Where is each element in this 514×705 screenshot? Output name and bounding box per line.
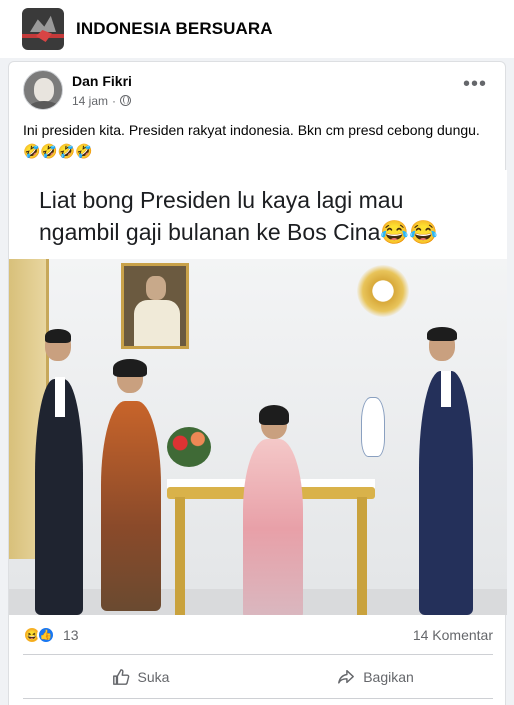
divider	[23, 698, 493, 699]
like-label: Suka	[137, 669, 170, 685]
reaction-icons[interactable]: 😆 👍	[23, 626, 55, 644]
flower-arrangement	[167, 427, 211, 467]
more-horizontal-icon: •••	[462, 73, 487, 95]
more-options-button[interactable]: •••	[462, 73, 487, 95]
post-timestamp: 14 jam ·	[72, 94, 132, 108]
post-card: Dan Fikri 14 jam · ••• Ini presiden kita…	[8, 61, 507, 705]
person-right	[419, 371, 473, 615]
time-separator: ·	[112, 93, 117, 108]
thumbs-up-icon	[112, 669, 129, 685]
post-time-label[interactable]: 14 jam	[72, 94, 108, 108]
meme-caption-box: Liat bong Presiden lu kaya lagi mau ngam…	[19, 170, 493, 253]
group-name[interactable]: INDONESIA BERSUARA	[76, 19, 273, 39]
comment-count[interactable]: 14 Komentar	[413, 627, 493, 643]
vase	[361, 397, 385, 457]
group-logo[interactable]	[22, 8, 64, 50]
share-button[interactable]: Bagikan	[258, 659, 493, 695]
globe-icon	[120, 95, 132, 106]
post-text: Ini presiden kita. Presiden rakyat indon…	[23, 122, 480, 159]
avatar[interactable]	[23, 70, 63, 110]
post-header: Dan Fikri 14 jam ·	[23, 70, 132, 110]
group-header: INDONESIA BERSUARA	[0, 0, 514, 58]
reaction-count[interactable]: 13	[63, 627, 79, 643]
meme-photo	[9, 259, 507, 615]
person-woman-left	[101, 401, 161, 611]
sun-ornament	[357, 265, 409, 317]
like-icon: 👍	[37, 626, 55, 644]
share-arrow-icon	[338, 669, 355, 684]
like-button[interactable]: Suka	[23, 659, 258, 695]
author-meta: Dan Fikri 14 jam ·	[72, 73, 132, 108]
reactions-bar: 😆 👍 13 14 Komentar	[23, 624, 493, 646]
post-image[interactable]: Liat bong Presiden lu kaya lagi mau ngam…	[9, 170, 507, 615]
post-actions: Suka Bagikan	[23, 659, 493, 695]
author-name[interactable]: Dan Fikri	[72, 73, 132, 89]
person-seated	[243, 439, 303, 615]
meme-caption: Liat bong Presiden lu kaya lagi mau ngam…	[39, 187, 438, 245]
share-label: Bagikan	[363, 669, 414, 685]
divider	[23, 654, 493, 655]
portrait-painting	[121, 263, 189, 349]
